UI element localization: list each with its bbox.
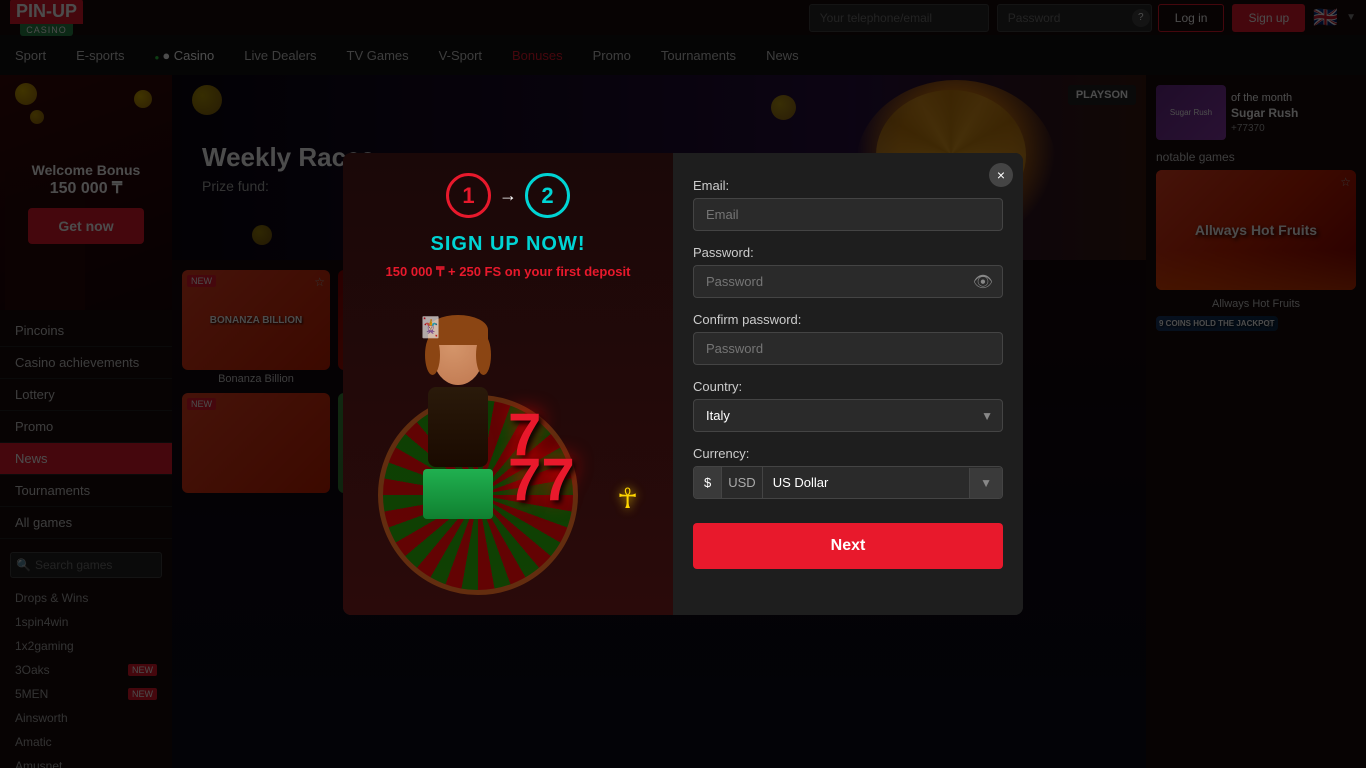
currency-code: USD xyxy=(722,467,762,498)
modal-left-panel: 1 → 2 SIGN UP NOW! 150 000 ₸ + 250 FS on… xyxy=(343,153,673,615)
currency-label: Currency: xyxy=(693,446,1003,461)
password-input-wrap: 👁 xyxy=(693,265,1003,298)
modal-overlay[interactable]: 1 → 2 SIGN UP NOW! 150 000 ₸ + 250 FS on… xyxy=(0,0,1366,768)
currency-input-wrap: $ USD US Dollar ▼ xyxy=(693,466,1003,499)
currency-symbol: $ xyxy=(694,467,722,498)
password-label: Password: xyxy=(693,245,1003,260)
country-label: Country: xyxy=(693,379,1003,394)
step-2-indicator: 2 xyxy=(525,173,570,218)
modal-decoration: 7 77 ☥ xyxy=(368,295,648,595)
lady-character xyxy=(398,325,518,575)
ankh-symbol: ☥ xyxy=(617,482,638,515)
signup-modal: 1 → 2 SIGN UP NOW! 150 000 ₸ + 250 FS on… xyxy=(343,153,1023,615)
next-button[interactable]: Next xyxy=(693,523,1003,569)
eye-icon[interactable]: 👁 xyxy=(973,272,993,292)
step-1-indicator: 1 xyxy=(446,173,491,218)
step-indicator: 1 → 2 xyxy=(446,173,570,218)
country-select[interactable]: Italy United States Germany France xyxy=(693,399,1003,432)
email-label: Email: xyxy=(693,178,1003,193)
country-select-wrap: Italy United States Germany France ▼ xyxy=(693,399,1003,432)
sign-up-title: SIGN UP NOW! xyxy=(431,233,586,256)
bonus-offer-text: 150 000 ₸ + 250 FS on your first deposit xyxy=(386,264,631,280)
step-arrow-icon: → xyxy=(499,185,517,206)
currency-name: US Dollar xyxy=(763,467,969,498)
modal-close-button[interactable]: × xyxy=(989,163,1013,187)
email-input[interactable] xyxy=(693,198,1003,231)
country-group: Country: Italy United States Germany Fra… xyxy=(693,379,1003,432)
currency-group: Currency: $ USD US Dollar ▼ xyxy=(693,446,1003,499)
currency-dropdown-icon[interactable]: ▼ xyxy=(969,468,1002,498)
modal-form-panel: × Email: Password: 👁 Confirm password: C… xyxy=(673,153,1023,615)
password-group: Password: 👁 xyxy=(693,245,1003,298)
confirm-password-group: Confirm password: xyxy=(693,312,1003,365)
cards-decoration: 🃏 xyxy=(418,315,443,340)
confirm-password-input[interactable] xyxy=(693,332,1003,365)
modal-password-input[interactable] xyxy=(693,265,1003,298)
confirm-password-label: Confirm password: xyxy=(693,312,1003,327)
email-group: Email: xyxy=(693,178,1003,231)
